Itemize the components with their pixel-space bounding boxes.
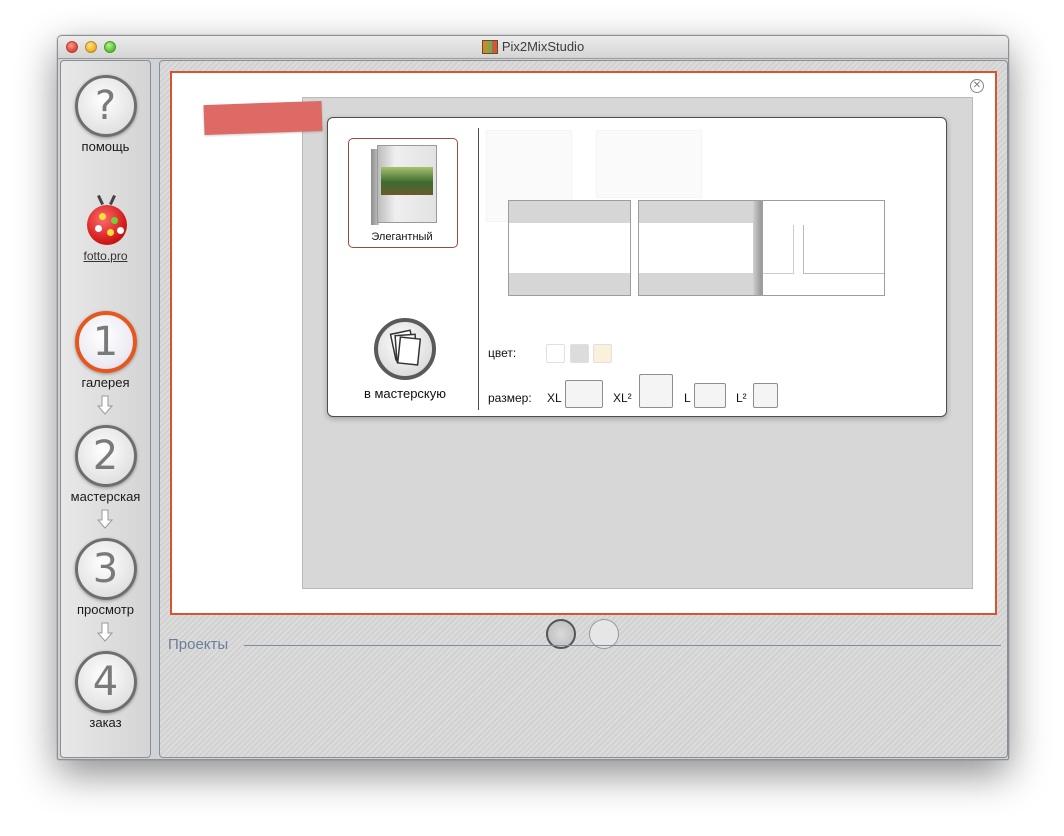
help-nav-item[interactable]: ? помощь [61,75,150,154]
color-label: цвет: [488,346,517,360]
sidebar: ? помощь fotto.pro 1 галерея 2 мастерска… [60,60,151,758]
help-label: помощь [81,139,130,154]
help-icon[interactable]: ? [74,75,137,137]
step-label: галерея [81,375,130,390]
product-tile[interactable]: Элегантный [348,138,458,248]
spread-preview [638,200,762,296]
step-1-icon[interactable]: 1 [74,311,137,373]
title-bar[interactable]: Pix2MixStudio [58,36,1008,59]
color-swatch-cream[interactable] [593,344,612,363]
tape-decoration [203,100,323,136]
product-card: Элегантный в мастерскую цвет: размер: XL… [327,117,947,417]
workshop-label: в мастерскую [363,386,447,401]
zoom-window-button[interactable] [104,41,116,53]
color-swatch-gray[interactable] [570,344,589,363]
app-icon [481,40,498,54]
color-swatch-white[interactable] [546,344,565,363]
close-window-button[interactable] [66,41,78,53]
step-order[interactable]: 4 заказ [61,651,150,730]
pages-stack-icon [374,318,436,380]
spread-preview [508,200,631,296]
gallery-dialog: ✕ Элегантный в мастерскую цвет: размер: … [170,71,997,615]
step-2-icon[interactable]: 2 [74,425,137,487]
minimize-window-button[interactable] [85,41,97,53]
projects-heading: Проекты [168,636,229,653]
main-area: ✕ Элегантный в мастерскую цвет: размер: … [159,60,1008,758]
window-title: Pix2MixStudio [501,39,585,54]
step-workshop[interactable]: 2 мастерская [61,425,150,504]
app-window: Pix2MixStudio ? помощь fotto.pro 1 галер… [57,35,1009,760]
step-label: просмотр [76,602,135,617]
faded-product-thumbnail [596,130,702,198]
projects-divider [244,645,1001,646]
size-xl2-label: XL² [613,391,632,405]
step-3-icon[interactable]: 3 [74,538,137,600]
spread-preview [762,200,885,296]
step-label: заказ [89,715,122,730]
arrow-down-icon [97,509,113,529]
brand-nav-item[interactable]: fotto.pro [61,194,150,263]
size-l-option[interactable] [694,383,726,408]
book-cover-icon [371,145,437,225]
size-xl-option[interactable] [565,380,603,408]
step-label: мастерская [70,489,141,504]
size-xl2-option[interactable] [639,374,673,408]
product-name: Элегантный [371,231,433,243]
brand-link[interactable]: fotto.pro [61,249,150,263]
size-xl-label: XL [547,391,562,405]
size-l2-label: L² [736,391,747,405]
size-label: размер: [488,391,532,405]
arrow-down-icon [97,395,113,415]
step-gallery[interactable]: 1 галерея [61,311,150,390]
size-l-label: L [684,391,691,405]
step-4-icon[interactable]: 4 [74,651,137,713]
size-l2-option[interactable] [753,383,778,408]
ladybug-logo-icon [81,194,131,247]
step-preview[interactable]: 3 просмотр [61,538,150,617]
to-workshop-button[interactable]: в мастерскую [350,318,460,401]
divider [478,128,479,410]
close-icon[interactable]: ✕ [970,79,984,93]
arrow-down-icon [97,622,113,642]
